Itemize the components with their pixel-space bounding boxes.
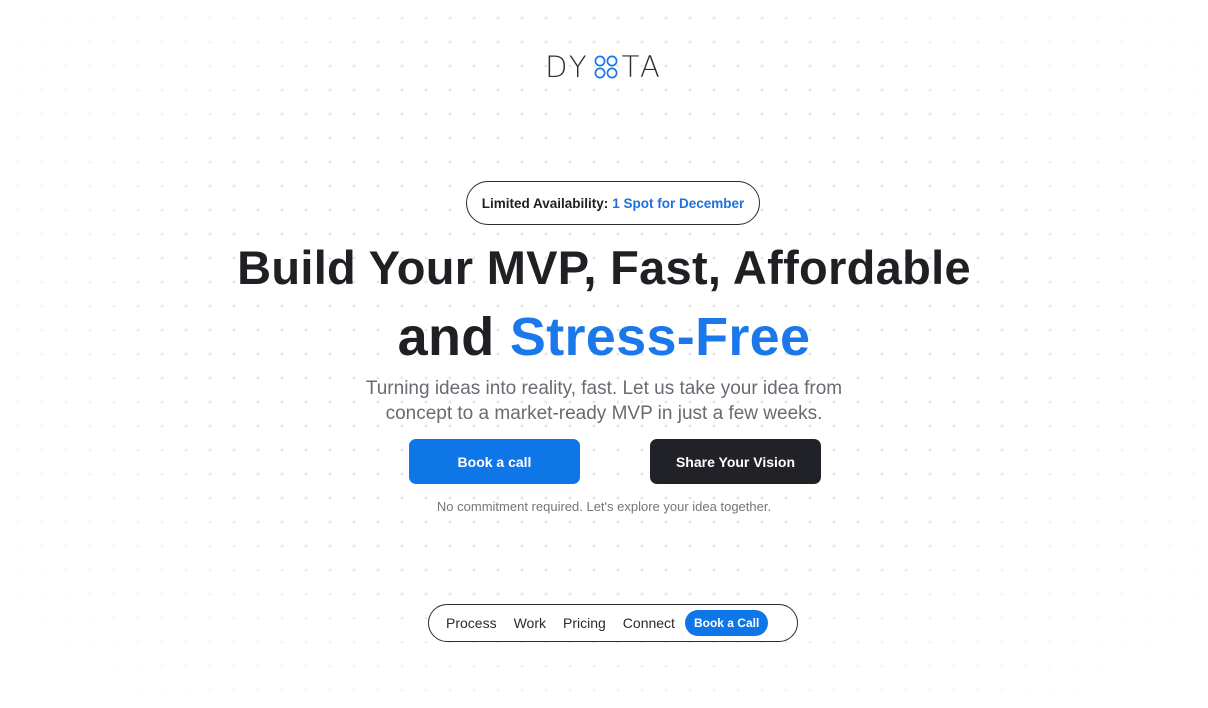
commitment-note: No commitment required. Let's explore yo… bbox=[436, 499, 772, 514]
nav-item-work[interactable]: Work bbox=[514, 615, 546, 631]
headline-accent-text: Stress-Free bbox=[509, 307, 811, 367]
share-vision-button[interactable]: Share Your Vision bbox=[650, 439, 821, 484]
logo-text-right: TA bbox=[621, 50, 663, 84]
nav-book-call-button[interactable]: Book a Call bbox=[684, 610, 769, 636]
book-call-button[interactable]: Book a call bbox=[409, 439, 580, 484]
hero-subtitle: Turning ideas into reality, fast. Let us… bbox=[0, 376, 1208, 426]
headline-line-1: Build Your MVP, Fast, Affordable bbox=[237, 241, 971, 294]
bottom-nav: Process Work Pricing Connect Book a Call bbox=[428, 604, 798, 642]
nav-item-connect[interactable]: Connect bbox=[623, 615, 675, 631]
four-circles-icon bbox=[594, 55, 618, 79]
headline-line-2: and Stress-Free bbox=[0, 306, 1208, 368]
brand-logo[interactable]: DY TA bbox=[0, 50, 1208, 84]
subtitle-line-2: concept to a market-ready MVP in just a … bbox=[385, 403, 823, 424]
headline-plain-word: and bbox=[397, 307, 495, 367]
subtitle-line-1: Turning ideas into reality, fast. Let us… bbox=[365, 378, 843, 399]
availability-badge: Limited Availability: 1 Spot for Decembe… bbox=[466, 181, 760, 225]
nav-item-process[interactable]: Process bbox=[446, 615, 497, 631]
page: DY TA Limited Availability: 1 Spot for D… bbox=[0, 0, 1208, 708]
availability-value: 1 Spot for December bbox=[612, 195, 745, 211]
availability-label: Limited Availability: bbox=[481, 195, 609, 211]
logo-text-left: DY bbox=[545, 50, 590, 84]
nav-item-pricing[interactable]: Pricing bbox=[563, 615, 606, 631]
